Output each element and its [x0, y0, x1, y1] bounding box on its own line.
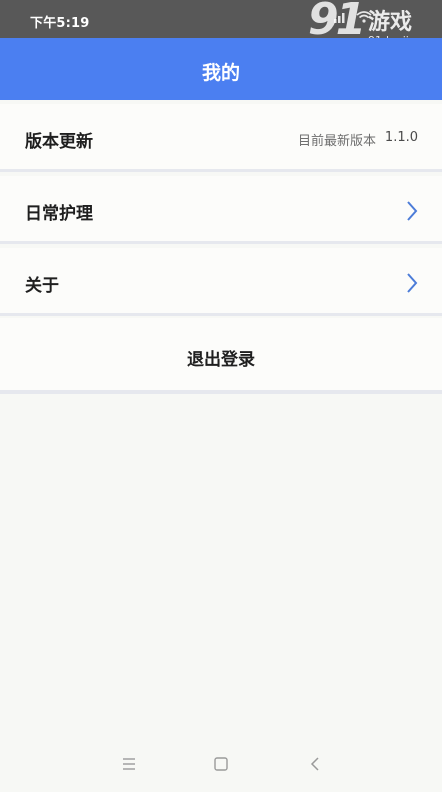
version-status-text: 目前最新版本	[297, 134, 376, 149]
about-row[interactable]: 关于	[0, 248, 442, 316]
status-time: 下午5:19	[30, 16, 90, 31]
home-square-icon[interactable]	[213, 756, 229, 772]
logout-button[interactable]: 退出登录	[0, 318, 442, 394]
daily-care-label: 日常护理	[25, 204, 93, 224]
version-number: 1.1.0	[384, 130, 418, 145]
chevron-right-icon	[407, 201, 418, 221]
version-update-label: 版本更新	[25, 132, 93, 152]
logout-label: 退出登录	[187, 350, 255, 370]
version-update-row[interactable]: 版本更新 目前最新版本 1.1.0	[0, 104, 442, 172]
system-nav-bar	[0, 742, 442, 792]
watermark-brand: 游戏	[368, 10, 413, 35]
chevron-right-icon	[407, 273, 418, 293]
app-header: 我的	[0, 38, 442, 100]
status-bar: 下午5:19 91 游戏 91danji.com	[0, 0, 442, 47]
about-label: 关于	[25, 276, 59, 296]
daily-care-row[interactable]: 日常护理	[0, 176, 442, 244]
page-title: 我的	[201, 62, 240, 84]
back-chevron-icon[interactable]	[307, 756, 323, 772]
menu-icon[interactable]	[121, 756, 137, 772]
